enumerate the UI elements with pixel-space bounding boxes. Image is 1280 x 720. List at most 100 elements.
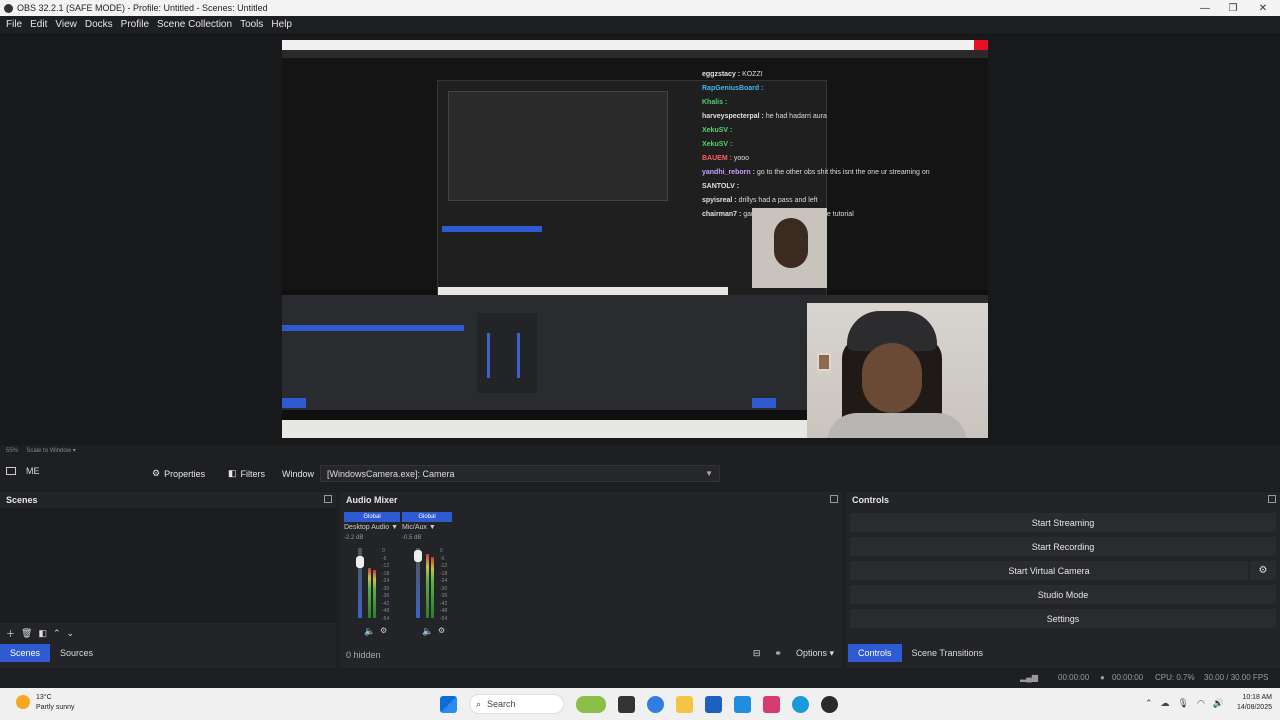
menu-scene-collection[interactable]: Scene Collection: [153, 19, 236, 30]
store-icon[interactable]: [705, 695, 722, 713]
nested-webcam: [752, 208, 827, 288]
properties-button[interactable]: ⚙ Properties: [148, 465, 209, 482]
minimize-icon[interactable]: —: [1190, 0, 1220, 16]
settings-button[interactable]: Settings: [850, 609, 1276, 628]
meter-bar-left: [426, 553, 429, 618]
menu-tools[interactable]: Tools: [236, 19, 267, 30]
clock[interactable]: 10:18 AM 14/08/2025: [1237, 693, 1272, 713]
menu-file[interactable]: File: [2, 19, 26, 30]
channel-settings-icon[interactable]: ⚙: [438, 626, 445, 635]
weather-desc: Partly sunny: [36, 704, 75, 711]
close-icon[interactable]: ✕: [1248, 0, 1278, 16]
scene-filters-icon[interactable]: ◧: [38, 628, 47, 639]
wifi-icon[interactable]: ◠: [1197, 698, 1205, 709]
selected-source: ME: [6, 466, 40, 476]
menu-edit[interactable]: Edit: [26, 19, 51, 30]
windows-start-icon[interactable]: [440, 695, 457, 713]
clock-time: 10:18 AM: [1242, 694, 1272, 701]
copilot-icon[interactable]: [647, 695, 664, 713]
tab-scenes[interactable]: Scenes: [0, 644, 51, 662]
meter-tick: -6: [382, 555, 387, 562]
tab-controls[interactable]: Controls: [848, 644, 902, 662]
chevron-up-icon[interactable]: ⌃: [1145, 698, 1153, 709]
volume-icon[interactable]: 🔊: [1213, 698, 1224, 709]
window-titlebar: OBS 32.2.1 (SAFE MODE) - Profile: Untitl…: [0, 0, 1280, 16]
zoom-bar: 55% Scale to Window ▾: [0, 445, 1280, 457]
speaker-icon[interactable]: 🔈: [422, 626, 433, 637]
move-down-icon[interactable]: ⌄: [67, 628, 75, 639]
weather-sun-icon: [16, 695, 30, 709]
tab-sources[interactable]: Sources: [50, 644, 103, 662]
taskbar-icons: ⌕ Search: [440, 694, 838, 714]
start-streaming-button[interactable]: Start Streaming: [850, 513, 1276, 532]
chat-message: yandhi_reborn : go to the other obs shit…: [702, 166, 988, 180]
audio-mixer-dock: Audio Mixer Global Desktop Audio ▼ -2.2 …: [340, 492, 842, 668]
nested-controls-tab: [752, 398, 776, 408]
nested-window: [448, 91, 668, 201]
volume-slider-knob[interactable]: [414, 550, 422, 563]
chat-message: XekuSV :: [702, 138, 988, 152]
start-recording-button[interactable]: Start Recording: [850, 537, 1276, 556]
hidden-count[interactable]: 0 hidden: [346, 650, 381, 660]
menu-profile[interactable]: Profile: [117, 19, 153, 30]
undock-icon[interactable]: [830, 495, 838, 503]
scenes-dock: Scenes ＋ 🗑 ◧ ⌃ ⌄ Scenes Sources: [0, 492, 336, 668]
volume-slider-knob[interactable]: [356, 555, 364, 568]
chat-username: Khalis :: [702, 99, 728, 106]
nested-slider-1: [487, 333, 490, 378]
meter-tick: -30: [440, 585, 448, 592]
chat-text: go to the other obs shit this isnt the o…: [754, 169, 930, 176]
mixer-layout-icon[interactable]: ⊟: [753, 648, 761, 659]
chevron-down-icon: ▼: [705, 469, 713, 478]
channel-name[interactable]: Mic/Aux ▼: [402, 524, 462, 531]
maximize-icon[interactable]: ❐: [1218, 0, 1248, 16]
menu-docks[interactable]: Docks: [81, 19, 117, 30]
chat-message: harveyspecterpal : he had hadarri aura: [702, 110, 988, 124]
menu-view[interactable]: View: [51, 19, 81, 30]
taskbar-search[interactable]: ⌕ Search: [469, 694, 564, 714]
task-view-icon[interactable]: [618, 695, 635, 713]
move-up-icon[interactable]: ⌃: [53, 628, 61, 639]
undock-icon[interactable]: [324, 495, 332, 503]
channel-settings-icon[interactable]: ⚙: [380, 626, 387, 635]
filters-button[interactable]: ◧ Filters: [224, 465, 269, 482]
scenes-list[interactable]: [0, 508, 336, 623]
mic-icon[interactable]: 🎙: [1178, 698, 1189, 709]
nested-selection: [442, 226, 542, 232]
zoom-dropdown-icon[interactable]: ▾: [73, 448, 76, 454]
edge-icon[interactable]: [792, 695, 809, 713]
menu-help[interactable]: Help: [267, 19, 296, 30]
add-scene-icon[interactable]: ＋: [6, 627, 15, 640]
speaker-icon[interactable]: 🔈: [364, 626, 375, 637]
meter-tick: -54: [382, 615, 390, 622]
app-icon[interactable]: [763, 695, 780, 713]
channel-name[interactable]: Desktop Audio ▼: [344, 524, 404, 531]
cloud-icon[interactable]: ☁: [1161, 698, 1170, 709]
zoom-level[interactable]: 55%: [6, 448, 18, 454]
stream-time: 00:00:00: [1058, 673, 1090, 682]
mixer-link-icon[interactable]: ⚭: [774, 648, 782, 659]
obs-icon[interactable]: [821, 695, 838, 713]
virtual-camera-settings-icon[interactable]: ⚙: [1250, 561, 1276, 580]
studio-mode-button[interactable]: Studio Mode: [850, 585, 1276, 604]
zoom-mode[interactable]: Scale to Window: [26, 448, 71, 454]
undock-icon[interactable]: [1268, 495, 1276, 503]
chat-message: eggzstacy : KOZZI: [702, 68, 988, 82]
window-select[interactable]: [WindowsCamera.exe]: Camera ▼: [320, 465, 720, 482]
chevron-down-icon: ▼: [391, 524, 399, 531]
widgets-icon[interactable]: [576, 695, 606, 713]
scenes-toolbar: ＋ 🗑 ◧ ⌃ ⌄: [0, 625, 336, 641]
start-virtual-camera-button[interactable]: Start Virtual Camera: [850, 561, 1248, 580]
weather-widget[interactable]: 13°C Partly sunny: [16, 693, 75, 713]
chat-message: XekuSV :: [702, 124, 988, 138]
file-explorer-icon[interactable]: [676, 695, 693, 713]
options-button[interactable]: Options ▾: [796, 648, 834, 659]
outlook-icon[interactable]: [734, 695, 751, 713]
webcam-shirt: [827, 413, 967, 438]
nested-obs-titlebar: [282, 40, 988, 50]
nested-close-icon: [974, 40, 988, 50]
remove-scene-icon[interactable]: 🗑: [21, 628, 32, 639]
tab-scene-transitions[interactable]: Scene Transitions: [902, 644, 994, 662]
chat-text: drillys had a pass and left: [736, 197, 818, 204]
chat-message: spyisreal : drillys had a pass and left: [702, 194, 988, 208]
